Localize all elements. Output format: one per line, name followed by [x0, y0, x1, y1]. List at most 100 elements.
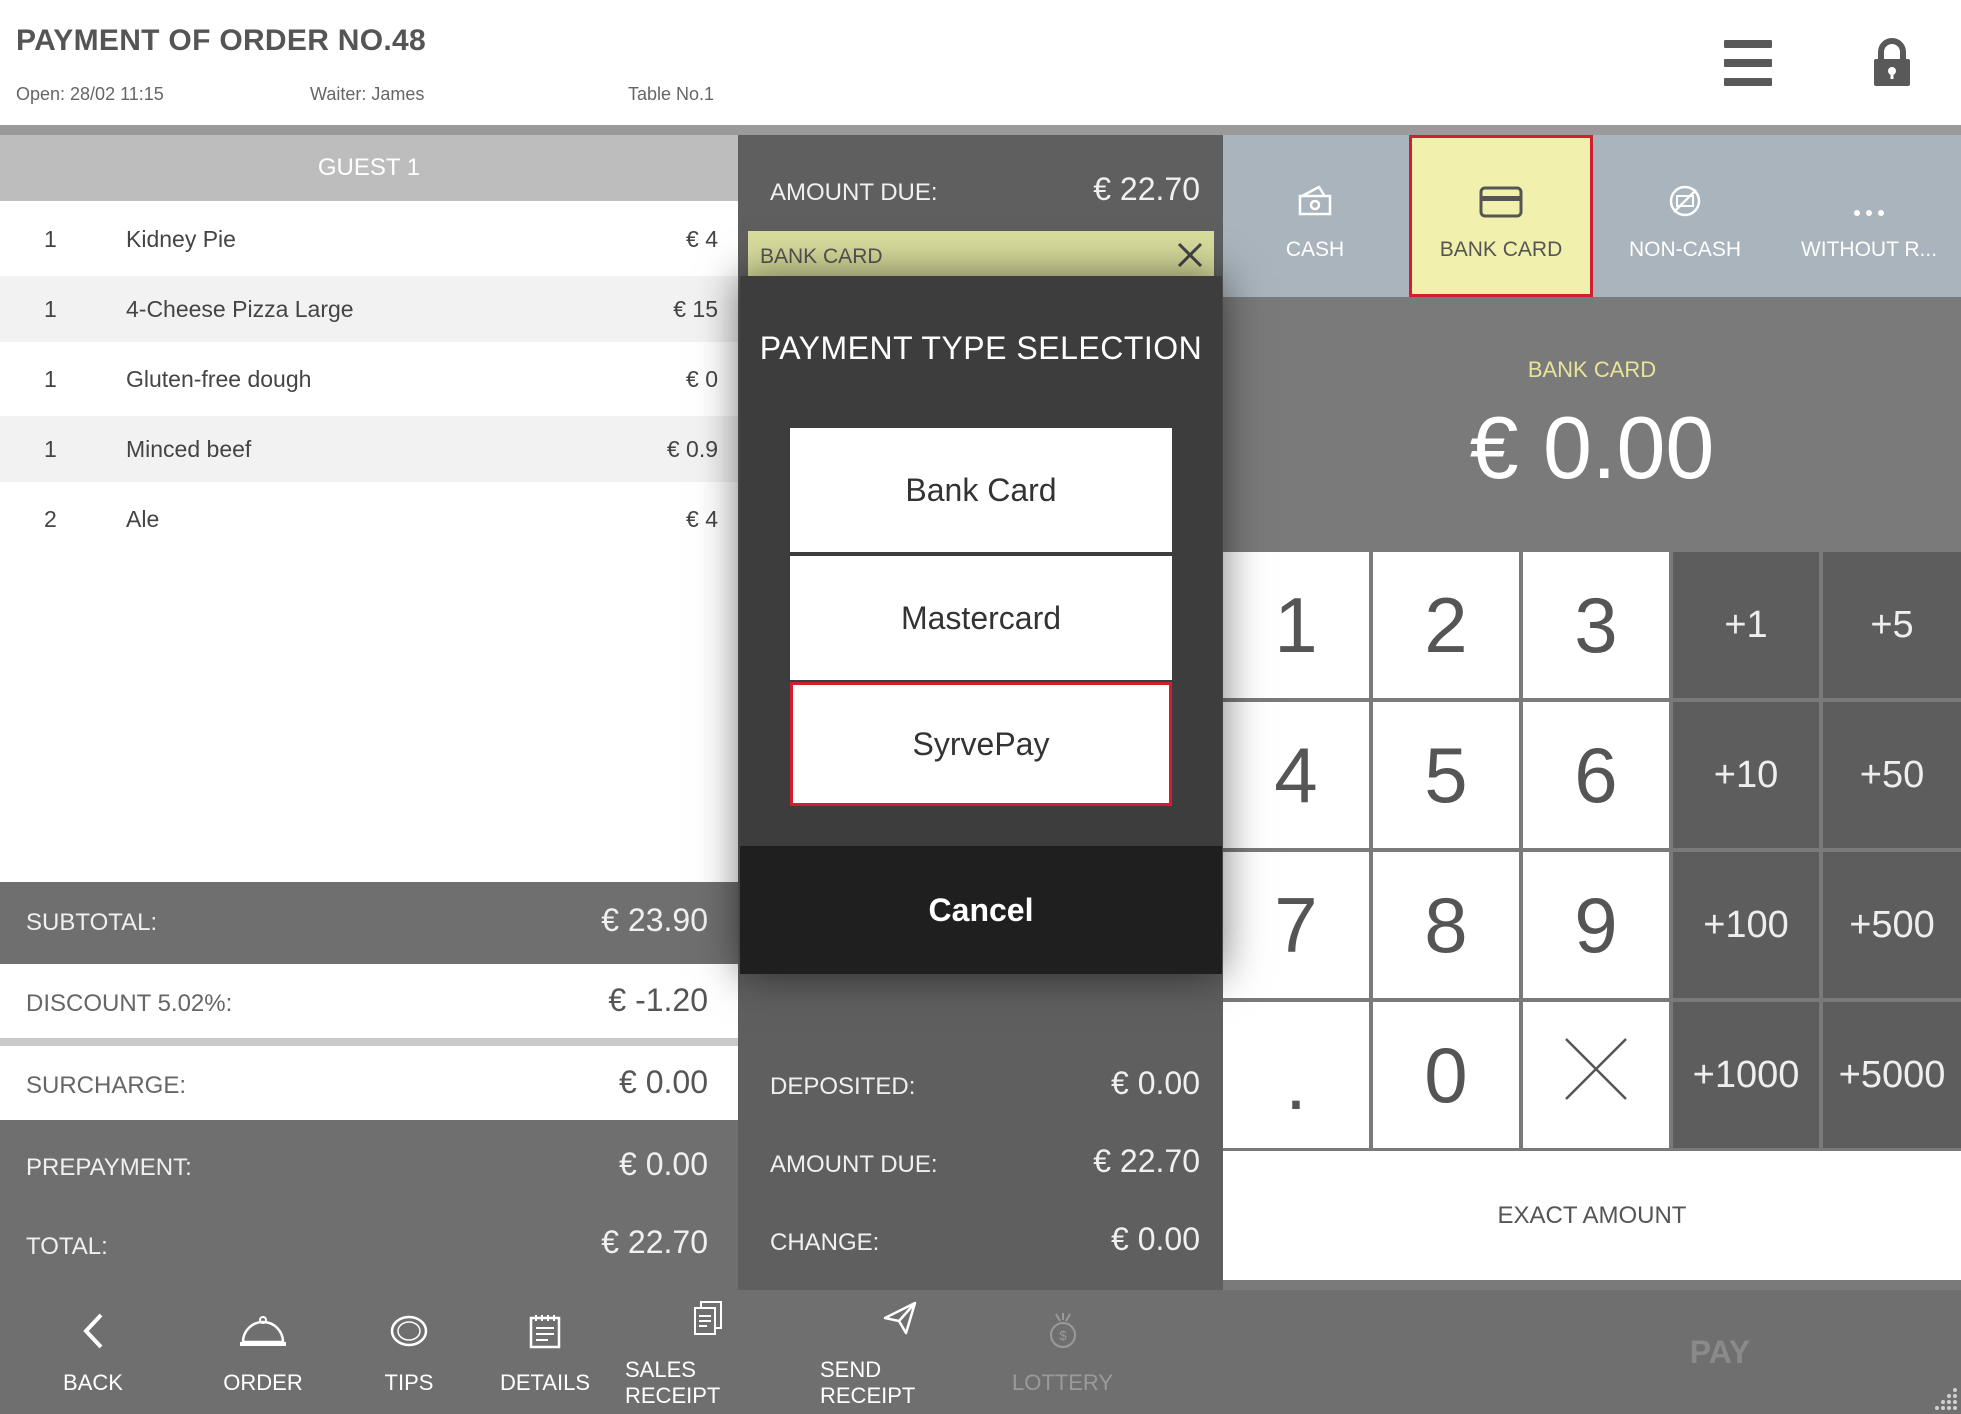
back-button[interactable]: BACK — [30, 1290, 156, 1414]
item-qty: 1 — [44, 226, 57, 252]
dialog-title: PAYMENT TYPE SELECTION — [759, 330, 1203, 366]
amount-due-bottom-label: AMOUNT DUE: — [770, 1151, 938, 1178]
key-plus-100[interactable]: +100 — [1673, 852, 1819, 998]
key-plus-50[interactable]: +50 — [1823, 702, 1961, 848]
key-0[interactable]: 0 — [1373, 1002, 1519, 1148]
details-button[interactable]: DETAILS — [490, 1290, 600, 1414]
lottery-icon: $ — [1046, 1308, 1080, 1354]
lottery-button[interactable]: $ LOTTERY — [1005, 1290, 1120, 1414]
key-plus-5[interactable]: +5 — [1823, 552, 1961, 698]
surcharge-row[interactable]: SURCHARGE: € 0.00 — [0, 1046, 738, 1120]
deposited-label: DEPOSITED: — [770, 1073, 916, 1100]
item-qty: 1 — [44, 436, 57, 462]
display-payment-label: BANK CARD — [1527, 357, 1657, 382]
key-plus-1[interactable]: +1 — [1673, 552, 1819, 698]
item-price: € 0 — [686, 366, 718, 392]
amount-due-label: AMOUNT DUE: — [770, 179, 938, 206]
order-item-row[interactable]: 1 Gluten-free dough € 0 — [0, 346, 738, 412]
tips-label: TIPS — [384, 1370, 434, 1395]
discount-value: € -1.20 — [608, 982, 708, 1018]
total-value: € 22.70 — [601, 1224, 708, 1260]
subtotal-label: SUBTOTAL: — [26, 909, 158, 936]
order-item-row[interactable]: 1 Minced beef € 0.9 — [0, 416, 738, 482]
tab-cash[interactable]: CASH — [1223, 135, 1407, 297]
lock-icon[interactable] — [1872, 38, 1912, 88]
key-1[interactable]: 1 — [1223, 552, 1369, 698]
send-receipt-button[interactable]: SEND RECEIPT — [820, 1290, 980, 1414]
change-value: € 0.00 — [1111, 1221, 1200, 1257]
item-price: € 4 — [686, 506, 718, 532]
amount-due-row: AMOUNT DUE: € 22.70 — [770, 171, 1200, 211]
option-mastercard[interactable]: Mastercard — [790, 556, 1172, 680]
change-label: CHANGE: — [770, 1229, 880, 1256]
key-decimal[interactable]: . — [1223, 1002, 1369, 1148]
key-6[interactable]: 6 — [1523, 702, 1669, 848]
key-2[interactable]: 2 — [1373, 552, 1519, 698]
amount-due-bottom-value: € 22.70 — [1093, 1143, 1200, 1179]
order-item-row[interactable]: 1 4-Cheese Pizza Large € 15 — [0, 276, 738, 342]
key-plus-10[interactable]: +10 — [1673, 702, 1819, 848]
item-name: Kidney Pie — [126, 226, 236, 252]
order-button[interactable]: ORDER — [200, 1290, 326, 1414]
cloche-icon — [239, 1308, 287, 1354]
exact-amount-button[interactable]: EXACT AMOUNT — [1223, 1151, 1961, 1280]
subtotal-row: SUBTOTAL: € 23.90 — [0, 882, 738, 964]
paper-plane-icon — [882, 1295, 918, 1341]
key-plus-500[interactable]: +500 — [1823, 852, 1961, 998]
key-8[interactable]: 8 — [1373, 852, 1519, 998]
deposited-value: € 0.00 — [1111, 1065, 1200, 1101]
amount-due-value: € 22.70 — [1093, 171, 1200, 207]
item-price: € 0.9 — [666, 436, 718, 462]
resize-grip-icon[interactable] — [1930, 1383, 1958, 1411]
item-price: € 4 — [686, 226, 718, 252]
option-bank-card[interactable]: Bank Card — [790, 428, 1172, 552]
selected-payment-strip[interactable]: BANK CARD — [748, 231, 1214, 279]
key-3[interactable]: 3 — [1523, 552, 1669, 698]
summary-divider — [0, 1038, 738, 1046]
discount-label: DISCOUNT 5.02%: — [26, 990, 233, 1017]
key-5[interactable]: 5 — [1373, 702, 1519, 848]
cancel-button[interactable]: Cancel — [740, 846, 1222, 974]
payment-type-dialog: PAYMENT TYPE SELECTION Bank Card Masterc… — [740, 276, 1222, 974]
key-plus-1000[interactable]: +1000 — [1673, 1002, 1819, 1148]
tab-non-cash[interactable]: NON-CASH — [1593, 135, 1777, 297]
selected-payment-label: BANK CARD — [760, 245, 883, 268]
discount-row[interactable]: DISCOUNT 5.02%: € -1.20 — [0, 964, 738, 1038]
order-label: ORDER — [223, 1370, 303, 1395]
coin-icon — [389, 1308, 429, 1354]
pay-button[interactable]: PAY — [1620, 1290, 1820, 1414]
item-name: Gluten-free dough — [126, 366, 312, 392]
back-label: BACK — [63, 1370, 123, 1395]
header: PAYMENT OF ORDER NO.48 Open: 28/02 11:15… — [0, 0, 1961, 125]
close-icon[interactable] — [1176, 241, 1204, 275]
tab-without-revenue[interactable]: WITHOUT R... — [1777, 135, 1961, 297]
amount-due-bottom-row: AMOUNT DUE: € 22.70 — [770, 1143, 1200, 1183]
send-receipt-label: SEND RECEIPT — [820, 1357, 916, 1408]
tab-bank-card[interactable]: BANK CARD — [1409, 135, 1593, 297]
details-label: DETAILS — [499, 1370, 591, 1395]
receipt-icon — [693, 1295, 723, 1341]
waiter-name: Waiter: James — [310, 84, 425, 104]
item-name: Minced beef — [126, 436, 252, 462]
order-item-row[interactable]: 1 Kidney Pie € 4 — [0, 206, 738, 272]
option-syrvepay[interactable]: SyrvePay — [790, 682, 1172, 806]
key-plus-5000[interactable]: +5000 — [1823, 1002, 1961, 1148]
notepad-icon — [528, 1308, 562, 1354]
guest-header[interactable]: GUEST 1 — [0, 135, 738, 201]
tips-button[interactable]: TIPS — [350, 1290, 468, 1414]
tab-label: WITHOUT R... — [1800, 238, 1938, 261]
key-7[interactable]: 7 — [1223, 852, 1369, 998]
more-icon — [1852, 170, 1886, 218]
deposited-row: DEPOSITED: € 0.00 — [770, 1065, 1200, 1105]
key-clear[interactable] — [1523, 1002, 1669, 1148]
sales-receipt-button[interactable]: SALES RECEIPT — [625, 1290, 790, 1414]
key-4[interactable]: 4 — [1223, 702, 1369, 848]
surcharge-label: SURCHARGE: — [26, 1072, 187, 1099]
order-item-row[interactable]: 2 Ale € 4 — [0, 486, 738, 552]
display-amount: € 0.00 — [1469, 398, 1715, 497]
menu-icon[interactable] — [1724, 40, 1772, 86]
page-title: PAYMENT OF ORDER NO.48 — [16, 24, 427, 57]
key-9[interactable]: 9 — [1523, 852, 1669, 998]
header-divider — [0, 125, 1961, 135]
non-cash-icon — [1668, 170, 1702, 218]
